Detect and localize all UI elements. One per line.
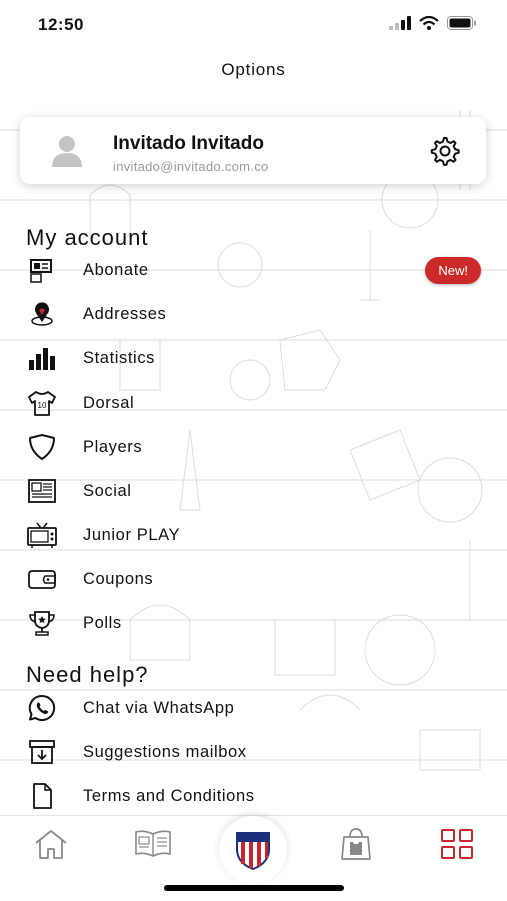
- home-icon: [35, 830, 67, 859]
- menu-label-chat-whatsapp: Chat via WhatsApp: [83, 698, 235, 717]
- menu-item-statistics[interactable]: Statistics: [0, 338, 507, 378]
- gear-icon[interactable]: [428, 135, 460, 167]
- shop-icon: [341, 828, 371, 860]
- menu-label-social: Social: [83, 481, 132, 500]
- tab-home[interactable]: [31, 826, 71, 862]
- mailbox-icon: [26, 736, 58, 768]
- menu-item-terms[interactable]: Terms and Conditions: [0, 776, 507, 816]
- avatar-icon: [52, 136, 82, 167]
- menu-item-suggestions-mailbox[interactable]: Suggestions mailbox: [0, 732, 507, 772]
- tv-icon: [26, 519, 58, 551]
- trophy-icon: [26, 607, 58, 639]
- status-bar: 12:50: [0, 0, 507, 50]
- menu-item-coupons[interactable]: Coupons: [0, 559, 507, 599]
- menu-label-terms: Terms and Conditions: [83, 786, 255, 805]
- section-title-my-account: My account: [26, 225, 149, 250]
- tab-menu-active[interactable]: [437, 826, 477, 862]
- menu-item-players[interactable]: Players: [0, 427, 507, 467]
- club-crest-icon: [236, 832, 270, 871]
- grid-menu-icon: [441, 829, 473, 859]
- home-indicator[interactable]: [164, 885, 344, 891]
- menu-label-statistics: Statistics: [83, 348, 156, 367]
- newspaper-icon: [26, 475, 58, 507]
- profile-card[interactable]: Invitado Invitado invitado@invitado.com.…: [20, 117, 486, 184]
- menu-item-abonate[interactable]: Abonate New!: [0, 250, 507, 290]
- status-icons: [389, 16, 477, 30]
- menu-item-polls[interactable]: Polls: [0, 603, 507, 643]
- document-icon: [26, 780, 58, 812]
- menu-label-coupons: Coupons: [83, 569, 154, 588]
- menu-item-dorsal[interactable]: 10 Dorsal: [0, 383, 507, 423]
- season-ticket-icon: [26, 254, 58, 286]
- tab-shop[interactable]: [336, 826, 376, 862]
- menu-item-addresses[interactable]: Addresses: [0, 294, 507, 334]
- new-badge: New!: [425, 256, 481, 284]
- status-time: 12:50: [38, 15, 84, 34]
- wallet-icon: [26, 563, 58, 595]
- jersey-icon: 10: [26, 387, 58, 419]
- location-pin-icon: [26, 298, 58, 330]
- cellular-signal-icon: [389, 16, 411, 30]
- menu-label-dorsal: Dorsal: [83, 393, 135, 412]
- news-icon: [135, 830, 171, 857]
- menu-label-junior-play: Junior PLAY: [83, 525, 181, 544]
- wifi-icon: [419, 16, 439, 30]
- profile-email: invitado@invitado.com.co: [113, 159, 269, 174]
- page-title: Options: [221, 60, 286, 79]
- menu-label-addresses: Addresses: [83, 304, 167, 323]
- svg-text:10: 10: [38, 401, 47, 410]
- tab-club-home[interactable]: [219, 816, 287, 884]
- section-title-need-help: Need help?: [26, 662, 149, 687]
- whatsapp-icon: [26, 692, 58, 724]
- battery-icon: [447, 16, 476, 30]
- menu-item-junior-play[interactable]: Junior PLAY: [0, 515, 507, 555]
- menu-label-suggestions-mailbox: Suggestions mailbox: [83, 742, 247, 761]
- menu-item-social[interactable]: Social: [0, 471, 507, 511]
- tab-news[interactable]: [133, 826, 173, 862]
- menu-item-chat-whatsapp[interactable]: Chat via WhatsApp: [0, 688, 507, 728]
- menu-label-abonate: Abonate: [83, 260, 149, 279]
- menu-label-players: Players: [83, 437, 143, 456]
- profile-name: Invitado Invitado: [113, 133, 264, 154]
- bar-chart-icon: [26, 342, 58, 374]
- shield-icon: [26, 431, 58, 463]
- menu-label-polls: Polls: [83, 613, 122, 632]
